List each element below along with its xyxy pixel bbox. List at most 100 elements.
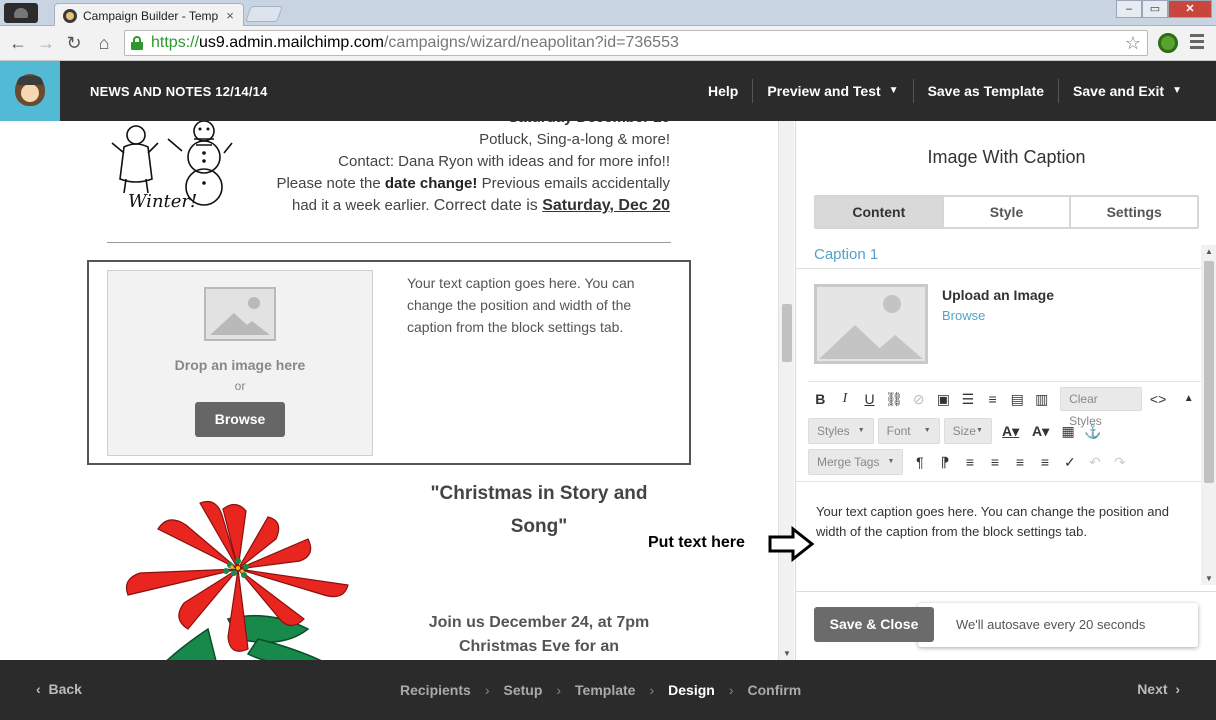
rich-text-editor[interactable]: Your text caption goes here. You can cha… <box>796 481 1201 586</box>
forward-arrow-icon[interactable]: → <box>34 31 58 55</box>
tab-content[interactable]: Content <box>816 197 942 227</box>
align-left-icon[interactable]: ≡ <box>957 451 982 473</box>
scrollbar-thumb[interactable] <box>782 304 792 362</box>
scroll-down-arrow-icon[interactable]: ▼ <box>1205 574 1213 583</box>
paste-word-icon[interactable]: ▥ <box>1029 388 1054 410</box>
extension-icon[interactable] <box>1158 33 1178 53</box>
join-us-text: Join us December 24, at 7pm Christmas Ev… <box>400 611 678 659</box>
step-template[interactable]: Template › <box>575 682 668 698</box>
bookmark-star-icon[interactable]: ☆ <box>1125 33 1141 54</box>
image-caption-block[interactable]: Drop an image here or Browse Your text c… <box>87 260 691 465</box>
preview-and-test-label: Preview and Test <box>767 83 881 99</box>
dropzone-text: Drop an image here <box>174 357 306 373</box>
user-profile-icon[interactable] <box>4 3 38 23</box>
image-icon[interactable]: ▣ <box>931 388 956 410</box>
align-center-icon[interactable]: ≡ <box>982 451 1007 473</box>
scroll-down-arrow-icon[interactable]: ▼ <box>783 649 791 658</box>
event-line-1: Potluck, Sing-a-long & more! <box>479 131 670 148</box>
underline-icon[interactable]: U <box>857 388 882 410</box>
back-arrow-icon[interactable]: ← <box>6 31 30 55</box>
tab-close-icon[interactable]: × <box>223 8 237 23</box>
annotation-text: Put text here <box>648 534 745 551</box>
winter-label: Winter! <box>128 191 198 212</box>
url-host: us9.admin.mailchimp.com <box>199 34 384 51</box>
browse-button[interactable]: Browse <box>195 402 285 437</box>
size-dropdown[interactable]: Size ▼ <box>943 418 992 444</box>
upload-title: Upload an Image <box>942 287 1055 303</box>
justify-icon[interactable]: ≡ <box>1032 451 1057 473</box>
merge-tags-dropdown[interactable]: Merge Tags ▼ <box>808 449 904 475</box>
ltr-paragraph-icon[interactable]: ¶ <box>907 451 932 473</box>
preview-and-test-button[interactable]: Preview and Test ▼ <box>752 79 912 103</box>
save-and-exit-button[interactable]: Save and Exit ▼ <box>1058 79 1216 103</box>
italic-icon[interactable]: I <box>833 388 858 410</box>
event-details: Saturday December 20 Potluck, Sing-a-lon… <box>276 121 670 217</box>
anchor-icon[interactable]: ⚓ <box>1081 420 1106 442</box>
browser-menu-icon[interactable] <box>1190 34 1204 50</box>
text-color-icon[interactable]: A▾ <box>996 420 1026 442</box>
collapse-toolbar-icon[interactable]: ▲ <box>1176 388 1201 410</box>
spellcheck-icon[interactable]: ✓ <box>1057 451 1082 473</box>
join-line-1: Join us December 24, at 7pm <box>428 614 650 631</box>
save-as-template-button[interactable]: Save as Template <box>912 79 1058 103</box>
url-path: /campaigns/wizard/neapolitan?id=736553 <box>383 34 679 51</box>
header-nav: Help Preview and Test ▼ Save as Template … <box>694 61 1216 121</box>
help-label: Help <box>707 83 739 99</box>
table-icon[interactable]: ▦ <box>1056 420 1081 442</box>
align-right-icon[interactable]: ≡ <box>1007 451 1032 473</box>
reload-icon[interactable]: ↻ <box>62 31 86 55</box>
back-button[interactable]: ‹ Back <box>36 681 82 697</box>
caption-label[interactable]: Caption 1 <box>814 246 878 263</box>
minimize-button[interactable]: – <box>1116 0 1142 18</box>
tab-style[interactable]: Style <box>941 197 1070 227</box>
next-button[interactable]: Next › <box>1137 681 1180 697</box>
save-close-button[interactable]: Save & Close <box>814 607 934 642</box>
source-code-icon[interactable]: <> <box>1146 388 1171 410</box>
browser-tab[interactable]: Campaign Builder - Temp × <box>54 3 244 27</box>
block-editor-panel: Image With Caption Content Style Setting… <box>795 121 1216 660</box>
step-design[interactable]: Design › <box>668 682 747 698</box>
tab-settings[interactable]: Settings <box>1069 197 1197 227</box>
panel-tabs: Content Style Settings <box>814 195 1199 229</box>
image-dropzone[interactable]: Drop an image here or Browse <box>107 270 373 456</box>
canvas-scrollbar[interactable]: ▼ <box>778 121 794 660</box>
upload-browse-link[interactable]: Browse <box>942 308 985 323</box>
styles-dropdown[interactable]: Styles ▼ <box>808 418 874 444</box>
link-icon[interactable]: ⛓ <box>882 388 907 410</box>
step-setup[interactable]: Setup › <box>503 682 575 698</box>
rtl-paragraph-icon[interactable]: ⁋ <box>932 451 957 473</box>
home-icon[interactable]: ⌂ <box>92 31 116 55</box>
event-line-3: Please note the date change! Previous em… <box>276 175 670 192</box>
numbered-list-icon[interactable]: ☰ <box>956 388 981 410</box>
scroll-up-arrow-icon[interactable]: ▲ <box>1205 247 1213 256</box>
divider <box>107 242 671 243</box>
unlink-icon[interactable]: ⊘ <box>906 388 931 410</box>
panel-scrollbar-thumb[interactable] <box>1204 261 1214 483</box>
caption-text[interactable]: Your text caption goes here. You can cha… <box>407 272 667 338</box>
undo-icon[interactable]: ↶ <box>1082 451 1107 473</box>
editor-text[interactable]: Your text caption goes here. You can cha… <box>816 502 1186 542</box>
bulleted-list-icon[interactable]: ≡ <box>980 388 1005 410</box>
step-confirm[interactable]: Confirm <box>748 682 802 698</box>
bold-icon[interactable]: B <box>808 388 833 410</box>
step-recipients[interactable]: Recipients › <box>400 682 503 698</box>
maximize-button[interactable]: ▭ <box>1142 0 1168 18</box>
email-canvas[interactable]: Winter! Saturday December 20 Potluck, Si… <box>0 121 778 660</box>
help-link[interactable]: Help <box>694 79 752 103</box>
redo-icon[interactable]: ↷ <box>1107 451 1132 473</box>
paste-icon[interactable]: ▤ <box>1005 388 1030 410</box>
lock-icon <box>131 36 143 50</box>
upload-image-placeholder-icon[interactable] <box>814 284 928 364</box>
address-bar[interactable]: https:// us9.admin.mailchimp.com /campai… <box>124 30 1148 56</box>
mailchimp-logo[interactable] <box>0 61 60 121</box>
rich-text-toolbar: B I U ⛓ ⊘ ▣ ☰ ≡ ▤ ▥ Clear Styles <> ▲ St… <box>808 381 1201 479</box>
panel-scrollbar[interactable]: ▲ ▼ <box>1201 245 1216 585</box>
background-color-icon[interactable]: A▾ <box>1026 420 1056 442</box>
app-header: NEWS AND NOTES 12/14/14 Help Preview and… <box>0 61 1216 121</box>
clear-styles-button[interactable]: Clear Styles <box>1060 387 1142 428</box>
window-controls: – ▭ ✕ <box>1116 0 1212 18</box>
new-tab-button[interactable] <box>245 6 283 22</box>
mailchimp-favicon-icon <box>63 8 77 23</box>
close-window-button[interactable]: ✕ <box>1168 0 1212 18</box>
font-dropdown[interactable]: Font ▼ <box>877 418 940 444</box>
